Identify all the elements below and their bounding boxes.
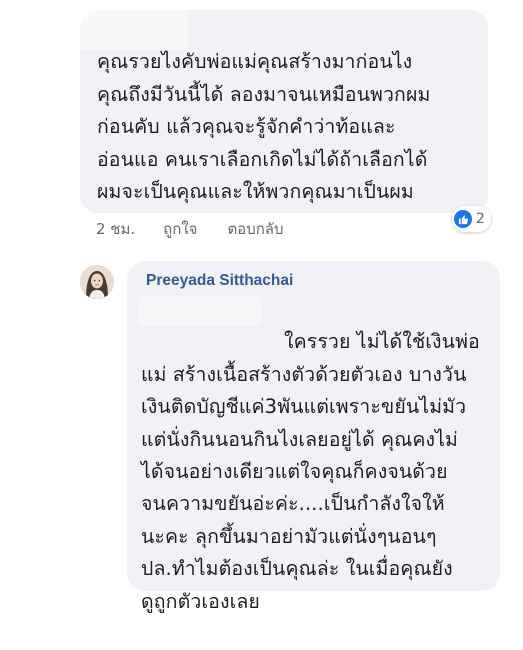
avatar[interactable] [80,265,114,299]
comment-timestamp[interactable]: 2 ชม. [96,217,135,241]
reaction-count: 2 [476,211,485,227]
reply-link[interactable]: ตอบกลับ [227,217,283,241]
comment-actions: 2 ชม. ถูกใจ ตอบกลับ [96,217,284,241]
reply-bubble: Preeyada Sitthachai ใครรวย ไม่ได้ใช้เงิน… [127,261,500,613]
comment-text: คุณรวยไงคับพ่อแม่คุณสร้างมาก่อนไง คุณถึง… [97,50,431,203]
reply-text-body: ใครรวย ไม่ได้ใช้เงินพ่อ แม่ สร้างเนื้อสร… [141,330,480,613]
comment-bubble: คุณรวยไงคับพ่อแม่คุณสร้างมาก่อนไง คุณถึง… [80,10,488,213]
reply-author-name[interactable]: Preeyada Sitthachai [146,272,486,290]
thumbs-up-icon [454,210,472,228]
reaction-count-badge[interactable]: 2 [452,206,491,232]
redacted-mention [137,296,261,326]
redacted-author-name [80,10,188,50]
reply-text: ใครรวย ไม่ได้ใช้เงินพ่อ แม่ สร้างเนื้อสร… [141,294,486,650]
like-link[interactable]: ถูกใจ [163,217,197,241]
